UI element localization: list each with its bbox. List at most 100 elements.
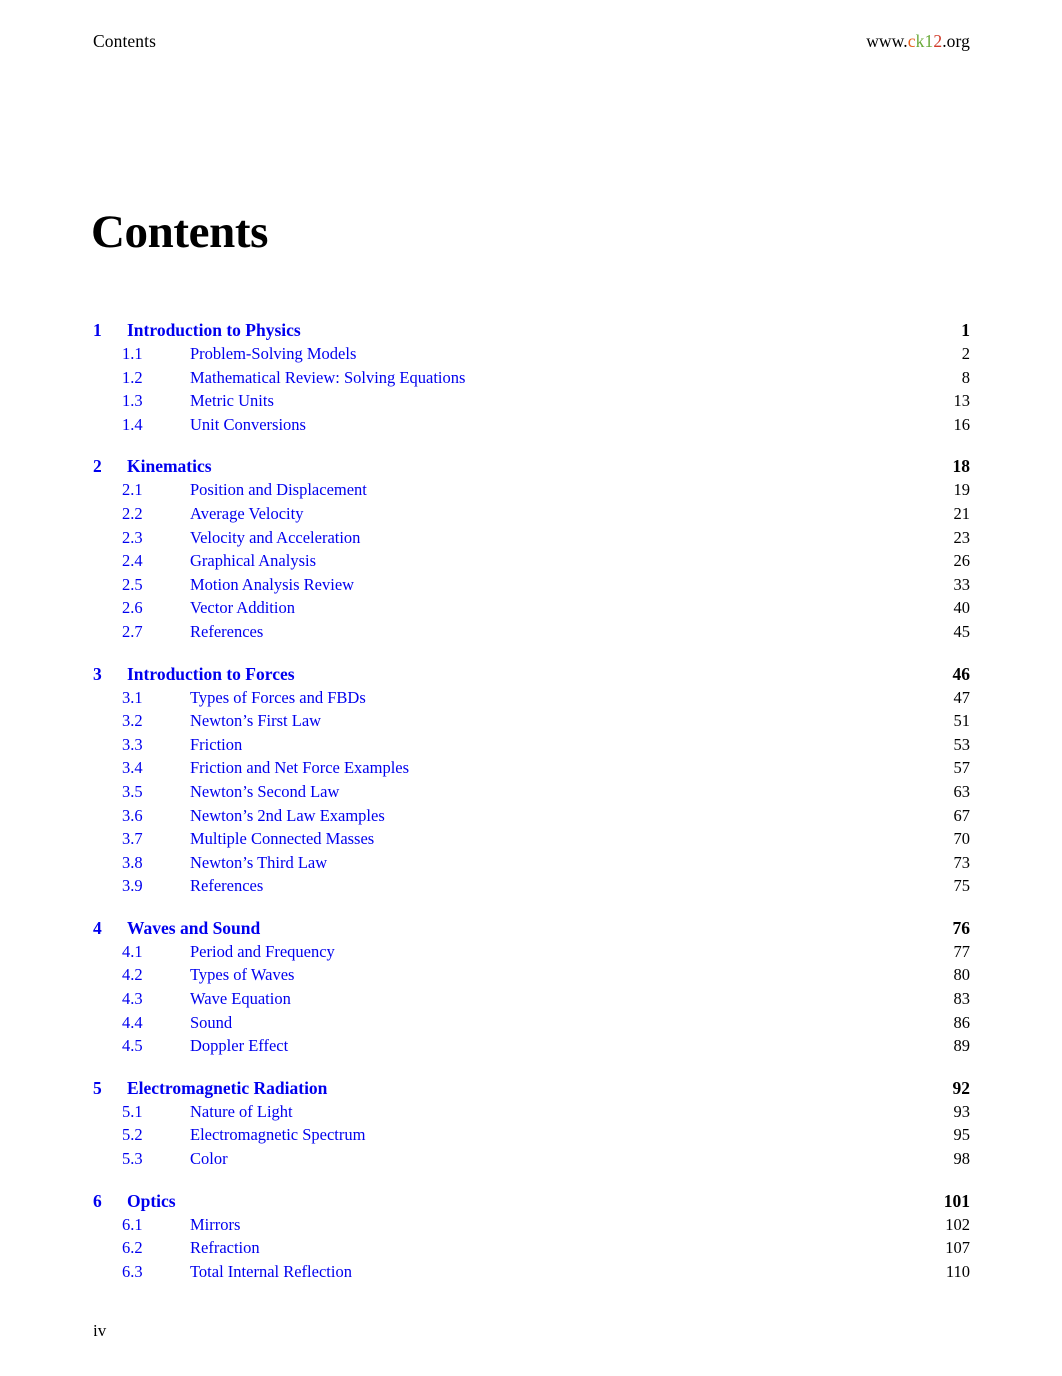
section-title: Refraction: [190, 1238, 260, 1258]
chapter-entry[interactable]: 1 Introduction to Physics 1: [93, 318, 970, 342]
section-entry[interactable]: 2.7 References 45: [93, 620, 970, 644]
section-title: Friction: [190, 734, 243, 754]
section-number: 5.3: [122, 1149, 143, 1169]
section-page-number: 80: [953, 965, 971, 985]
section-entry[interactable]: 4.3 Wave Equation 83: [93, 987, 970, 1011]
section-number: 3.8: [122, 852, 143, 872]
section-entry[interactable]: 2.3 Velocity and Acceleration 23: [93, 526, 970, 550]
dot-leader: [374, 490, 939, 491]
section-page-number: 67: [953, 805, 971, 825]
section-page-number: 8: [961, 367, 970, 387]
section-entry[interactable]: 3.4 Friction and Net Force Examples 57: [93, 756, 970, 780]
section-entry[interactable]: 2.2 Average Velocity 21: [93, 502, 970, 526]
section-page-number: 83: [953, 989, 971, 1009]
section-number: 4.4: [122, 1012, 143, 1032]
dot-leader: [367, 537, 939, 538]
dot-leader: [359, 1271, 939, 1272]
dot-leader: [381, 838, 939, 839]
section-number: 5.2: [122, 1125, 143, 1145]
chapter-entry[interactable]: 4 Waves and Sound 76: [93, 916, 970, 940]
page-title: Contents: [91, 206, 268, 259]
chapter-group: 3 Introduction to Forces 46 3.1 Types of For…: [93, 662, 970, 898]
ck12-site-logo: www.ck12.org: [866, 30, 970, 52]
section-entry[interactable]: 1.2 Mathematical Review: Solving Equation…: [93, 366, 970, 390]
section-page-number: 40: [953, 598, 971, 618]
section-entry[interactable]: 3.7 Multiple Connected Masses 70: [93, 827, 970, 851]
dot-leader: [392, 815, 939, 816]
section-title: References: [190, 876, 264, 896]
section-number: 1.3: [122, 391, 143, 411]
section-entry[interactable]: 1.1 Problem-Solving Models 2: [93, 342, 970, 366]
dot-leader: [363, 353, 939, 354]
footer-page-number: iv: [93, 1321, 107, 1340]
page-footer: iv: [93, 1318, 970, 1344]
dot-leader: [346, 791, 939, 792]
section-entry[interactable]: 5.3 Color 98: [93, 1147, 970, 1171]
section-title: Mirrors: [190, 1214, 241, 1234]
section-entry[interactable]: 6.2 Refraction 107: [93, 1236, 970, 1260]
chapter-entry[interactable]: 3 Introduction to Forces 46: [93, 662, 970, 686]
chapter-page-number: 46: [952, 663, 971, 684]
section-entry[interactable]: 3.2 Newton’s First Law 51: [93, 709, 970, 733]
section-title: Position and Displacement: [190, 480, 367, 500]
section-page-number: 2: [961, 344, 970, 363]
section-number: 2.4: [122, 551, 143, 571]
section-number: 3.2: [122, 711, 143, 731]
section-entry[interactable]: 4.5 Doppler Effect 89: [93, 1034, 970, 1058]
section-title: Newton’s Third Law: [190, 852, 328, 872]
section-entry[interactable]: 1.4 Unit Conversions 16: [93, 413, 970, 437]
section-number: 1.4: [122, 414, 143, 434]
section-entry[interactable]: 5.2 Electromagnetic Spectrum 95: [93, 1123, 970, 1147]
section-entry[interactable]: 6.1 Mirrors 102: [93, 1213, 970, 1237]
section-entry[interactable]: 3.5 Newton’s Second Law 63: [93, 780, 970, 804]
section-entry[interactable]: 2.5 Motion Analysis Review 33: [93, 573, 970, 597]
section-page-number: 110: [945, 1261, 970, 1281]
section-title: Metric Units: [190, 391, 274, 411]
section-number: 2.6: [122, 598, 143, 618]
section-number: 3.4: [122, 758, 143, 778]
dot-leader: [295, 1046, 939, 1047]
section-entry[interactable]: 2.1 Position and Displacement 19: [93, 478, 970, 502]
chapter-entry[interactable]: 2 Kinematics 18: [93, 454, 970, 478]
chapter-entry[interactable]: 6 Optics 101: [93, 1189, 970, 1213]
section-number: 6.1: [122, 1214, 143, 1234]
section-title: Newton’s 2nd Law Examples: [190, 805, 385, 825]
section-entry[interactable]: 2.4 Graphical Analysis 26: [93, 549, 970, 573]
section-entry[interactable]: 3.6 Newton’s 2nd Law Examples 67: [93, 804, 970, 828]
site-letter-c: c: [907, 31, 916, 51]
chapter-entry[interactable]: 5 Electromagnetic Radiation 92: [93, 1076, 970, 1100]
section-title: Wave Equation: [190, 989, 291, 1009]
section-number: 2.1: [122, 480, 143, 500]
section-title: Doppler Effect: [190, 1036, 289, 1056]
section-entry[interactable]: 3.3 Friction 53: [93, 733, 970, 757]
dot-leader: [247, 1224, 939, 1225]
section-title: Average Velocity: [190, 503, 304, 523]
section-page-number: 21: [953, 503, 971, 523]
section-number: 1.1: [122, 344, 143, 363]
section-entry[interactable]: 3.8 Newton’s Third Law 73: [93, 851, 970, 875]
dot-leader: [334, 862, 939, 863]
section-page-number: 77: [953, 941, 971, 961]
section-page-number: 63: [953, 781, 971, 801]
chapter-group: 4 Waves and Sound 76 4.1 Period and Frequenc…: [93, 916, 970, 1058]
section-title: Motion Analysis Review: [190, 574, 355, 594]
chapter-page-number: 76: [952, 917, 971, 938]
section-entry[interactable]: 3.1 Types of Forces and FBDs 47: [93, 686, 970, 710]
section-entry[interactable]: 4.1 Period and Frequency 77: [93, 940, 970, 964]
section-entry[interactable]: 5.1 Nature of Light 93: [93, 1100, 970, 1124]
section-entry[interactable]: 4.4 Sound 86: [93, 1011, 970, 1035]
section-title: Mathematical Review: Solving Equations: [190, 367, 466, 387]
section-page-number: 107: [945, 1238, 970, 1258]
section-entry[interactable]: 2.6 Vector Addition 40: [93, 596, 970, 620]
section-entry[interactable]: 3.9 References 75: [93, 874, 970, 898]
dot-leader: [323, 560, 939, 561]
section-entry[interactable]: 4.2 Types of Waves 80: [93, 963, 970, 987]
section-page-number: 75: [953, 876, 971, 896]
section-page-number: 13: [953, 391, 971, 411]
section-entry[interactable]: 6.3 Total Internal Reflection 110: [93, 1260, 970, 1284]
section-number: 3.9: [122, 876, 143, 896]
chapter-page-number: 18: [952, 456, 971, 477]
dot-leader: [373, 697, 939, 698]
dot-leader: [472, 377, 939, 378]
section-entry[interactable]: 1.3 Metric Units 13: [93, 389, 970, 413]
